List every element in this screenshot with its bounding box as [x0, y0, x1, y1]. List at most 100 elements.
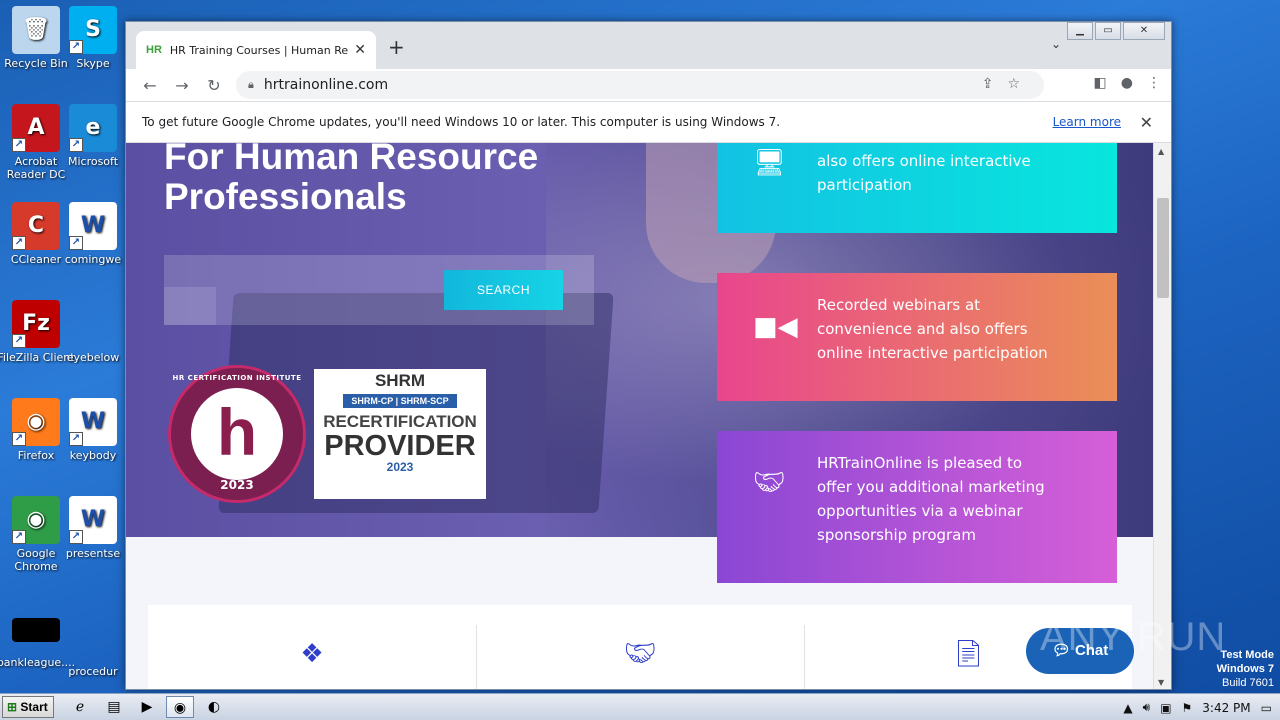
tray-expand-icon[interactable]: ▲ [1123, 701, 1132, 715]
desktop-icon-eyebelow[interactable]: eyebelow [58, 300, 128, 364]
infobar-message: To get future Google Chrome updates, you… [142, 115, 781, 129]
shrm-recertification-badge: SHRM SHRM-CP | SHRM-SCP RECERTIFICATION … [314, 369, 486, 499]
tab-search-chevron-icon[interactable]: ⌄ [1051, 37, 1061, 51]
shortcut-arrow-icon: ↗ [69, 138, 83, 152]
shrm-title: SHRM [374, 371, 426, 390]
word-doc-icon: W ↗ [69, 496, 117, 544]
test-mode-line1: Test Mode [1220, 649, 1274, 661]
browser-tab[interactable]: HR HR Training Courses | Human Resou ✕ [136, 31, 376, 69]
update-infobar: To get future Google Chrome updates, you… [126, 101, 1171, 143]
address-bar[interactable]: 🔒︎ hrtrainonline.com ⇪☆ [236, 71, 1044, 99]
new-tab-button[interactable]: + [388, 35, 405, 59]
learn-more-link[interactable]: Learn more [1053, 115, 1121, 129]
web-page: For Human Resource Professionals SEARCH … [126, 143, 1154, 689]
close-window-button[interactable]: ✕ [1123, 22, 1165, 40]
menu-kebab-icon[interactable]: ⋮ [1147, 75, 1161, 91]
shrm-year: 2023 [386, 460, 414, 474]
feature-card-interactive: 🖥︎ also offers online interactive partic… [717, 143, 1117, 233]
shrm-sub: SHRM-CP | SHRM-SCP [343, 394, 457, 408]
hr-favicon-icon: HR [146, 44, 162, 56]
desktop-icon-procedur[interactable]: procedur [58, 614, 128, 678]
chrome-icon: ◉ ↗ [12, 496, 60, 544]
tab-strip: HR HR Training Courses | Human Resou ✕ +… [126, 22, 1171, 69]
side-panel-icon[interactable]: ◧ [1094, 75, 1107, 91]
recycle-bin-icon: 🗑︎ [12, 6, 60, 54]
forward-arrow-icon[interactable]: → [166, 76, 198, 95]
word-doc-icon: W ↗ [69, 398, 117, 446]
lock-icon[interactable]: 🔒︎ [248, 78, 254, 92]
taskbar-ie-icon[interactable]: ℯ [66, 696, 94, 718]
handshake-feature-icon: 🤝︎ [476, 625, 804, 689]
chrome-window[interactable]: HR HR Training Courses | Human Resou ✕ +… [125, 21, 1172, 690]
back-arrow-icon[interactable]: ← [134, 76, 166, 95]
clock[interactable]: 3:42 PM [1202, 701, 1250, 715]
hrci-badge-year: 2023 [220, 478, 254, 492]
filezilla-icon: Fz ↗ [12, 300, 60, 348]
desktop-icon-keybody[interactable]: W ↗ keybody [58, 398, 128, 462]
minimize-button[interactable]: ▁ [1067, 22, 1093, 40]
search-box: SEARCH [164, 255, 594, 325]
desktop-icon-label: presentse [65, 547, 121, 560]
action-center-flag-icon[interactable]: ⚑ [1182, 701, 1193, 715]
card1-text: also offers online interactive participa… [817, 152, 1031, 194]
scroll-thumb[interactable] [1157, 198, 1169, 298]
taskbar-edge-icon[interactable]: ◐ [200, 696, 228, 718]
card3-text: HRTrainOnline is pleased to offer you ad… [817, 454, 1045, 544]
blank-file-icon [69, 300, 117, 348]
shortcut-arrow-icon: ↗ [12, 530, 26, 544]
window-controls: ▁ ▭ ✕ [1065, 22, 1165, 40]
page-scrollbar[interactable]: ▲ ▼ [1153, 143, 1171, 689]
dropbox-icon: ❖ [300, 639, 324, 669]
blank-file-icon [69, 614, 117, 662]
acrobat-icon: A ↗ [12, 104, 60, 152]
scroll-down-arrow-icon[interactable]: ▼ [1158, 678, 1164, 687]
tab-title: HR Training Courses | Human Resou [169, 43, 349, 57]
taskbar: ⊞ Start ℯ ▤ ▶ ◉ ◐ ▲ 🔊︎ ▣ ⚑ 3:42 PM ▭ [0, 693, 1280, 720]
desktop-icon-label: comingwe [64, 253, 122, 266]
show-desktop-icon[interactable]: ▭ [1261, 701, 1272, 715]
share-and-bookmark-icons[interactable]: ⇪☆ [982, 76, 1034, 92]
search-input[interactable] [164, 287, 216, 325]
desktop-icon-skype[interactable]: S ↗ Skype [58, 6, 128, 70]
shrm-line1: RECERTIFICATION [323, 412, 477, 431]
start-button[interactable]: ⊞ Start [2, 696, 54, 718]
windows-logo-icon: ⊞ [7, 700, 18, 714]
desktop-icon-presentse[interactable]: W ↗ presentse [58, 496, 128, 560]
desktop-icon-label: Skype [76, 57, 110, 70]
desktop-icon-microsoft[interactable]: e ↗ Microsoft [58, 104, 128, 168]
profile-avatar-icon[interactable]: ● [1121, 75, 1133, 91]
reload-icon[interactable]: ↻ [198, 76, 230, 95]
tab-close-icon[interactable]: ✕ [354, 42, 366, 58]
hrci-h-logo: h [216, 395, 258, 469]
taskbar-chrome-icon[interactable]: ◉ [166, 696, 194, 718]
hrci-approved-provider-badge: HR CERTIFICATION INSTITUTE h 2023 [168, 365, 306, 503]
firefox-icon: ◉ ↗ [12, 398, 60, 446]
test-mode-line3: Build 7601 [1222, 677, 1274, 689]
browser-toolbar: ← → ↻ 🔒︎ hrtrainonline.com ⇪☆ ◧ ● ⋮ [126, 69, 1171, 101]
video-camera-icon: ■◀ [753, 312, 798, 342]
desktop-icon-label: eyebelow [66, 351, 120, 364]
taskbar-media-player-icon[interactable]: ▶ [133, 696, 161, 718]
maximize-button[interactable]: ▭ [1095, 22, 1121, 40]
network-icon[interactable]: ▣ [1160, 701, 1171, 715]
monitor-icon: 🖥︎ [753, 148, 787, 178]
hero-title-line1: For Human Resource [164, 143, 539, 177]
shrm-line2: PROVIDER [324, 430, 476, 462]
taskbar-explorer-icon[interactable]: ▤ [100, 696, 128, 718]
scroll-up-arrow-icon[interactable]: ▲ [1158, 147, 1164, 156]
desktop-icon-label: procedur [68, 665, 118, 678]
skype-icon: S ↗ [69, 6, 117, 54]
test-mode-label: Test Mode Windows 7 Build 7601 [1217, 648, 1274, 690]
toolbar-right: ◧ ● ⋮ [1094, 75, 1161, 91]
desktop-icon-comingwe[interactable]: W ↗ comingwe [58, 202, 128, 266]
shortcut-arrow-icon: ↗ [12, 138, 26, 152]
shortcut-arrow-icon: ↗ [69, 530, 83, 544]
volume-icon[interactable]: 🔊︎ [1143, 700, 1151, 715]
shortcut-arrow-icon: ↗ [12, 334, 26, 348]
feature-card-sponsorship: 🤝︎ HRTrainOnline is pleased to offer you… [717, 431, 1117, 583]
infobar-close-icon[interactable]: ✕ [1140, 113, 1153, 132]
desktop-icon-label: Microsoft [67, 155, 119, 168]
edge-icon: e ↗ [69, 104, 117, 152]
search-button[interactable]: SEARCH [444, 270, 563, 310]
hero-title: For Human Resource Professionals [164, 143, 538, 217]
